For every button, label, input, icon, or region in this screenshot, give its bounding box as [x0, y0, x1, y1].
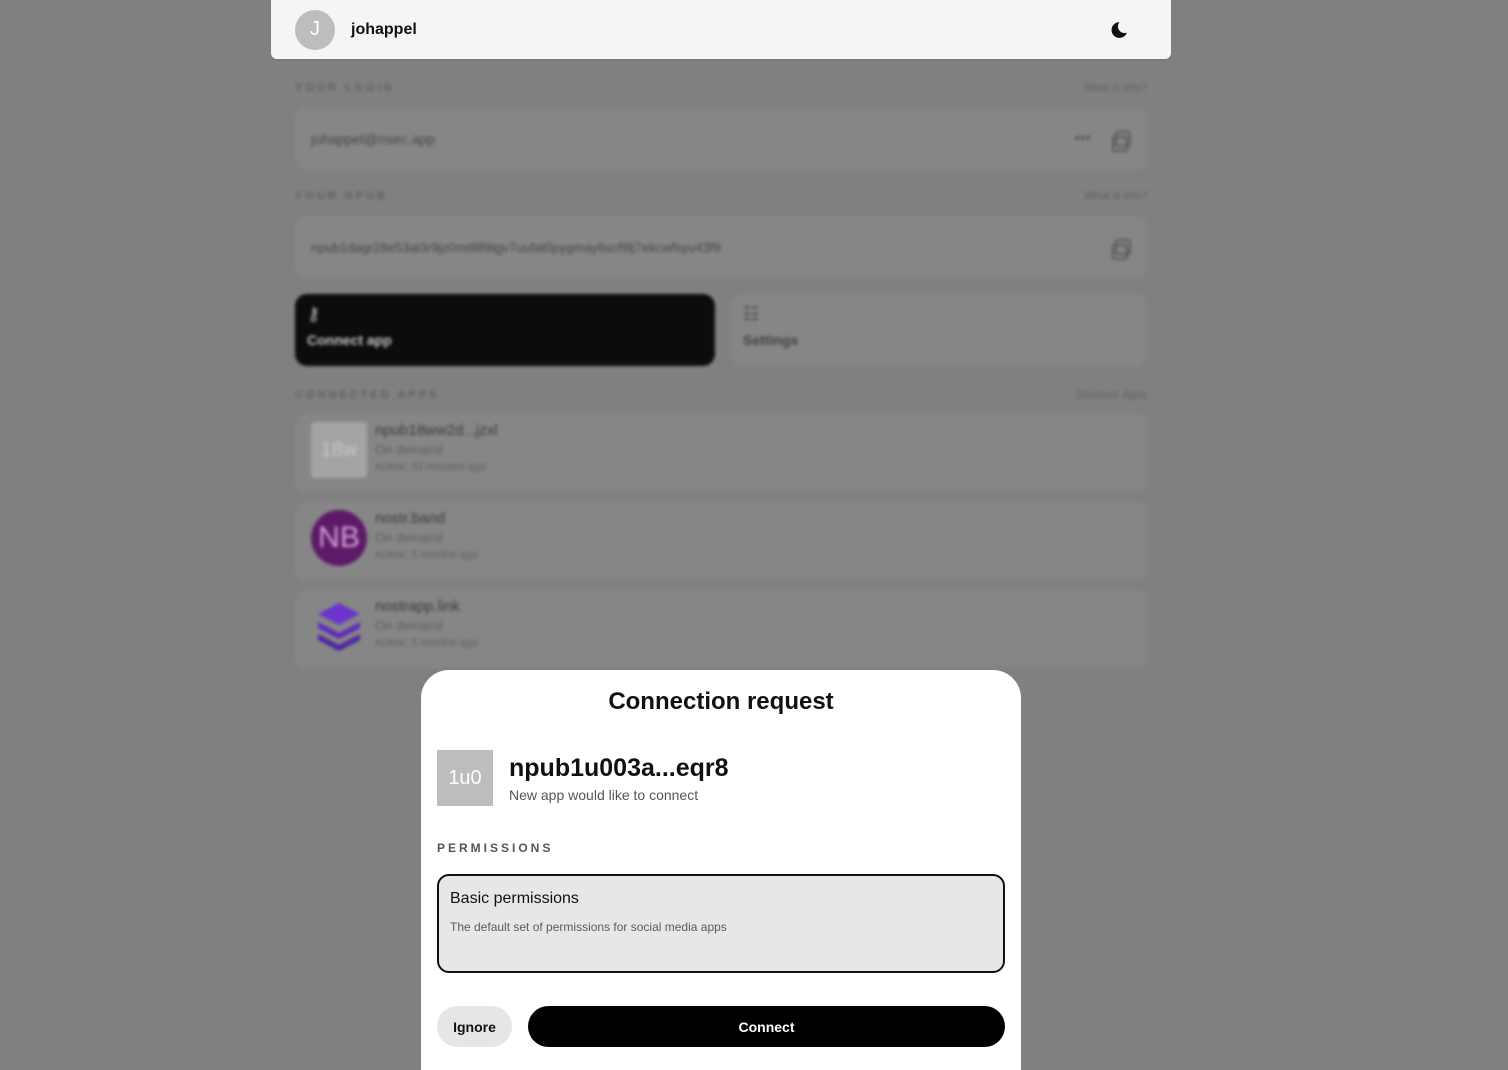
app-name: nostrapp.link: [375, 598, 461, 615]
app-row[interactable]: NB nostr.band On demand Active: 5 months…: [295, 502, 1147, 580]
permission-title: Basic permissions: [450, 890, 579, 907]
login-value: johappel@nsec.app: [311, 131, 435, 147]
requesting-app: 1u0 npub1u003a...eqr8 New app would like…: [437, 750, 729, 806]
app-row[interactable]: 18w npub18ww2d...jzxl On demand Active: …: [295, 414, 1147, 492]
npub-help-link[interactable]: What is this?: [1084, 190, 1147, 202]
app-activity: Active: 33 minutes ago: [375, 461, 487, 473]
app-activity: Active: 5 months ago: [375, 549, 478, 561]
app-mode: On demand: [375, 442, 443, 457]
connection-request-modal: Connection request 1u0 npub1u003a...eqr8…: [421, 670, 1021, 1070]
app-name: npub18ww2d...jzxl: [375, 422, 498, 439]
permission-option-basic[interactable]: Basic permissions The default set of per…: [437, 874, 1005, 973]
login-help-link[interactable]: What is this?: [1084, 82, 1147, 94]
settings-label: Settings: [743, 332, 799, 348]
npub-value: npub1dagr28e53at3r9jz0mt989tgv7uufat0pyg…: [311, 239, 721, 255]
npub-section-label: YOUR NPUB: [295, 190, 389, 202]
app-row[interactable]: nostrapp.link On demand Active: 5 months…: [295, 590, 1147, 668]
more-icon[interactable]: •••: [1074, 130, 1091, 148]
app-avatar: 18w: [311, 422, 367, 478]
login-field: johappel@nsec.app •••: [295, 108, 1147, 170]
moon-icon[interactable]: [1109, 20, 1129, 40]
copy-icon[interactable]: [1112, 239, 1131, 260]
discover-apps-link[interactable]: Discover Apps: [1077, 389, 1147, 401]
npub-field: npub1dagr28e53at3r9jz0mt989tgv7uufat0pyg…: [295, 216, 1147, 278]
app-mode: On demand: [375, 618, 443, 633]
ignore-button[interactable]: Ignore: [437, 1006, 512, 1047]
background-content: YOUR LOGIN What is this? johappel@nsec.a…: [295, 60, 1147, 680]
key-icon: ⚷: [307, 304, 321, 324]
copy-icon[interactable]: [1112, 131, 1131, 152]
connect-app-label: Connect app: [307, 332, 392, 348]
stack-logo-icon: [311, 598, 367, 654]
username: johappel: [351, 20, 417, 38]
app-name: nostr.band: [375, 510, 446, 527]
app-name: npub1u003a...eqr8: [509, 753, 729, 782]
app-activity: Active: 5 months ago: [375, 637, 478, 649]
sliders-icon: ☷: [743, 304, 760, 324]
login-section-label: YOUR LOGIN: [295, 82, 395, 94]
user-avatar[interactable]: J: [295, 9, 335, 50]
app-subtitle: New app would like to connect: [509, 786, 699, 803]
top-bar: J johappel: [271, 0, 1171, 59]
connect-app-tile[interactable]: ⚷ Connect app: [295, 294, 715, 366]
modal-title: Connection request: [608, 688, 834, 715]
settings-tile[interactable]: ☷ Settings: [731, 294, 1147, 366]
app-avatar: NB: [311, 510, 367, 566]
permission-description: The default set of permissions for socia…: [450, 920, 727, 934]
connect-button[interactable]: Connect: [528, 1006, 1005, 1047]
permissions-label: PERMISSIONS: [437, 841, 554, 855]
app-avatar: 1u0: [437, 750, 493, 806]
connected-apps-label: CONNECTED APPS: [295, 389, 440, 401]
app-mode: On demand: [375, 530, 443, 545]
